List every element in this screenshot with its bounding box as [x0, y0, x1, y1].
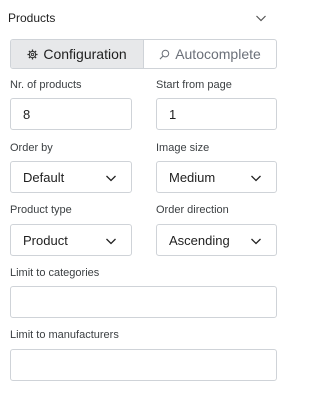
tab-autocomplete[interactable]: Autocomplete [144, 40, 276, 68]
tab-configuration-label: Configuration [43, 46, 127, 62]
tab-bar: Configuration Autocomplete [10, 39, 277, 69]
nr-products-value: 8 [23, 106, 31, 122]
chevron-down-icon[interactable] [255, 12, 267, 24]
start-page-input[interactable]: 1 [156, 98, 277, 130]
product-type-select[interactable]: Product [10, 224, 132, 256]
tab-configuration[interactable]: Configuration [11, 40, 144, 68]
product-type-label: Product type [10, 204, 72, 216]
tab-autocomplete-label: Autocomplete [175, 46, 261, 62]
order-direction-select[interactable]: Ascending [156, 224, 277, 256]
image-size-label: Image size [156, 142, 210, 154]
search-icon [159, 49, 170, 59]
order-by-value: Default [23, 169, 65, 185]
nr-products-input[interactable]: 8 [10, 98, 132, 130]
limit-manufacturers-label: Limit to manufacturers [10, 329, 119, 341]
chevron-down-icon [251, 175, 261, 182]
order-direction-label: Order direction [156, 204, 229, 216]
panel-title: Products [8, 11, 56, 25]
start-page-label: Start from page [156, 79, 232, 91]
nr-products-label: Nr. of products [10, 79, 82, 91]
chevron-down-icon [106, 238, 116, 245]
limit-categories-label: Limit to categories [10, 267, 100, 279]
order-by-label: Order by [10, 142, 53, 154]
start-page-value: 1 [169, 106, 177, 122]
image-size-select[interactable]: Medium [156, 161, 277, 193]
chevron-down-icon [251, 238, 261, 245]
product-type-value: Product [23, 232, 68, 248]
chevron-down-icon [106, 175, 116, 182]
order-by-select[interactable]: Default [10, 161, 132, 193]
gear-icon [27, 48, 38, 60]
limit-manufacturers-input[interactable] [10, 349, 277, 381]
order-direction-value: Ascending [169, 232, 230, 248]
image-size-value: Medium [169, 169, 216, 185]
limit-categories-input[interactable] [10, 286, 277, 318]
panel-header[interactable]: Products [0, 0, 286, 36]
